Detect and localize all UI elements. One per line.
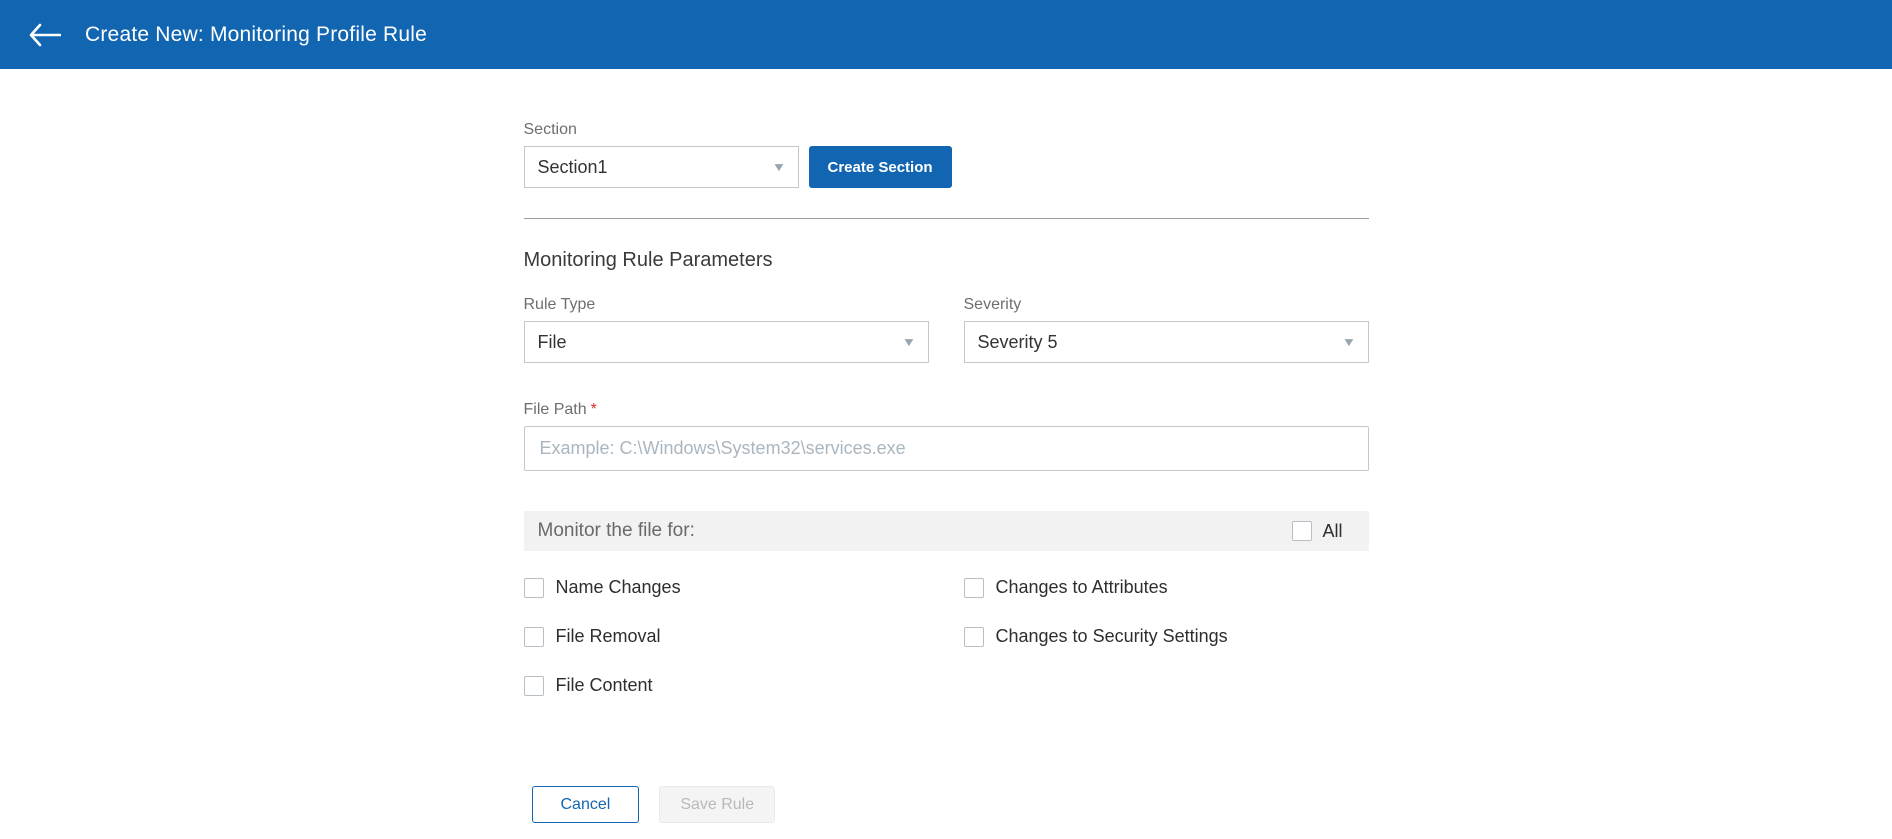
option-changes-to-security-settings: Changes to Security Settings bbox=[964, 626, 1369, 647]
option-file-content: File Content bbox=[524, 675, 929, 696]
checkbox-label: File Removal bbox=[556, 626, 661, 647]
checkbox-all-label: All bbox=[1322, 521, 1342, 542]
cancel-button[interactable]: Cancel bbox=[532, 786, 640, 823]
section-select[interactable]: Section1 ▼ bbox=[524, 146, 799, 188]
option-name-changes: Name Changes bbox=[524, 577, 929, 598]
parameters-heading: Monitoring Rule Parameters bbox=[524, 249, 1369, 272]
checkbox-label: Name Changes bbox=[556, 577, 681, 598]
checkbox-label: File Content bbox=[556, 675, 653, 696]
checkbox-name-changes[interactable] bbox=[524, 578, 544, 598]
page-title: Create New: Monitoring Profile Rule bbox=[85, 23, 427, 47]
severity-select-value: Severity 5 bbox=[978, 332, 1058, 353]
chevron-down-icon: ▼ bbox=[771, 160, 786, 174]
form-container: Section Section1 ▼ Create Section Monito… bbox=[524, 69, 1369, 823]
rule-type-select[interactable]: File ▼ bbox=[524, 321, 929, 363]
monitor-band: Monitor the file for: All bbox=[524, 511, 1369, 551]
section-row: Section1 ▼ Create Section bbox=[524, 146, 1369, 188]
parameters-row: Rule Type File ▼ Severity Severity 5 ▼ bbox=[524, 296, 1369, 363]
rule-type-label: Rule Type bbox=[524, 296, 929, 314]
file-path-block: File Path* bbox=[524, 401, 1369, 471]
file-path-label: File Path* bbox=[524, 401, 1369, 419]
create-section-button[interactable]: Create Section bbox=[809, 146, 952, 188]
form-actions: Cancel Save Rule bbox=[532, 786, 1369, 823]
rule-type-select-value: File bbox=[538, 332, 567, 353]
option-changes-to-attributes: Changes to Attributes bbox=[964, 577, 1369, 598]
required-asterisk: * bbox=[591, 401, 597, 418]
section-divider bbox=[524, 218, 1369, 219]
severity-label: Severity bbox=[964, 296, 1369, 314]
monitor-heading: Monitor the file for: bbox=[538, 520, 695, 542]
chevron-down-icon: ▼ bbox=[1341, 335, 1356, 349]
file-path-input[interactable] bbox=[524, 426, 1369, 471]
section-label: Section bbox=[524, 121, 1369, 139]
section-select-value: Section1 bbox=[538, 157, 608, 178]
severity-select[interactable]: Severity 5 ▼ bbox=[964, 321, 1369, 363]
save-rule-button[interactable]: Save Rule bbox=[659, 786, 775, 823]
checkbox-all[interactable] bbox=[1292, 521, 1312, 541]
checkbox-changes-to-security-settings[interactable] bbox=[964, 627, 984, 647]
checkbox-label: Changes to Attributes bbox=[996, 577, 1168, 598]
chevron-down-icon: ▼ bbox=[901, 335, 916, 349]
checkbox-file-content[interactable] bbox=[524, 676, 544, 696]
back-button[interactable] bbox=[24, 19, 65, 51]
checkbox-changes-to-attributes[interactable] bbox=[964, 578, 984, 598]
all-option: All bbox=[1292, 521, 1342, 542]
app-header: Create New: Monitoring Profile Rule bbox=[0, 0, 1892, 69]
arrow-left-icon bbox=[28, 23, 61, 47]
monitor-options: Name Changes File Removal File Content C… bbox=[524, 577, 1369, 724]
file-path-label-text: File Path bbox=[524, 401, 587, 418]
checkbox-file-removal[interactable] bbox=[524, 627, 544, 647]
checkbox-label: Changes to Security Settings bbox=[996, 626, 1228, 647]
option-file-removal: File Removal bbox=[524, 626, 929, 647]
